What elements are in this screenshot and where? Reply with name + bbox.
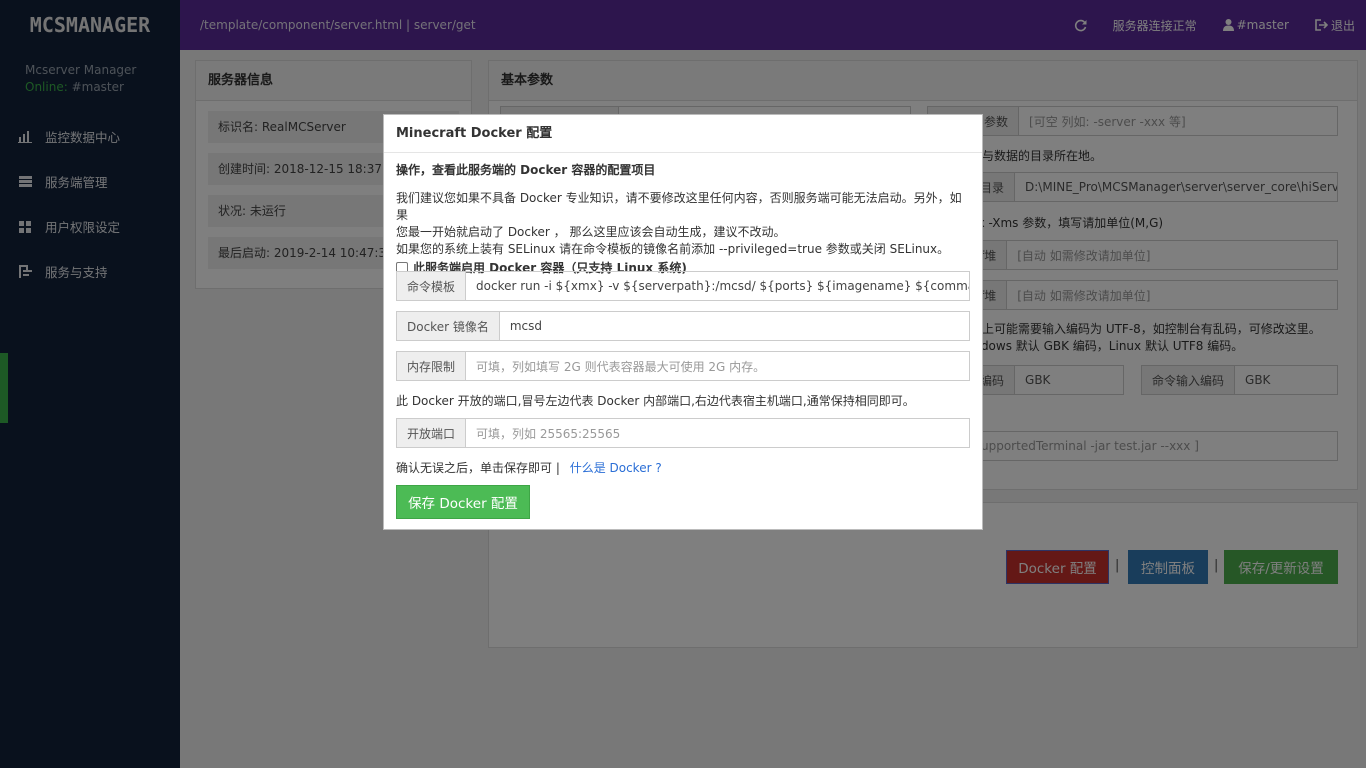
docker-image-field[interactable]: Docker 镜像名 mcsd: [396, 311, 970, 341]
docker-image-value: mcsd: [509, 319, 542, 333]
docker-image-addon: Docker 镜像名: [397, 312, 500, 340]
open-ports-field[interactable]: 开放端口 可填，列如 25565:25565: [396, 418, 970, 448]
modal-title: Minecraft Docker 配置: [384, 115, 982, 153]
modal-body: 操作，查看此服务端的 Docker 容器的配置项目 我们建议您如果不具备 Doc…: [396, 161, 970, 276]
confirm-text: 确认无误之后，单击保存即可 |: [396, 461, 560, 475]
open-ports-placeholder: 可填，列如 25565:25565: [476, 426, 621, 441]
command-template-addon: 命令模板: [397, 272, 467, 300]
memory-limit-field[interactable]: 内存限制 可填，列如填写 2G 则代表容器最大可使用 2G 内存。: [396, 351, 970, 381]
ports-help-text: 此 Docker 开放的端口,冒号左边代表 Docker 内部端口,右边代表宿主…: [396, 394, 915, 408]
memory-limit-addon: 内存限制: [397, 352, 467, 380]
command-template-field[interactable]: 命令模板 docker run -i ${xmx} -v ${serverpat…: [396, 271, 970, 301]
command-template-value: docker run -i ${xmx} -v ${serverpath}:/m…: [476, 279, 970, 293]
modal-warning-text: 我们建议您如果不具备 Docker 专业知识，请不要修改这里任何内容，否则服务端…: [396, 190, 970, 258]
open-ports-addon: 开放端口: [397, 419, 467, 447]
save-docker-config-button[interactable]: 保存 Docker 配置: [396, 485, 530, 519]
warning-line-3: 如果您的系统上装有 SELinux 请在命令模板的镜像名前添加 --privil…: [396, 242, 950, 256]
docker-config-modal: Minecraft Docker 配置 操作，查看此服务端的 Docker 容器…: [383, 114, 983, 530]
warning-line-1: 我们建议您如果不具备 Docker 专业知识，请不要修改这里任何内容，否则服务端…: [396, 191, 962, 222]
what-is-docker-link[interactable]: 什么是 Docker ?: [570, 461, 662, 475]
memory-limit-placeholder: 可填，列如填写 2G 则代表容器最大可使用 2G 内存。: [476, 359, 766, 374]
warning-line-2: 您最一开始就启动了 Docker ， 那么这里应该会自动生成，建议不改动。: [396, 225, 786, 239]
confirm-row: 确认无误之后，单击保存即可 | 什么是 Docker ?: [396, 459, 662, 476]
modal-heading: 操作，查看此服务端的 Docker 容器的配置项目: [396, 163, 656, 177]
